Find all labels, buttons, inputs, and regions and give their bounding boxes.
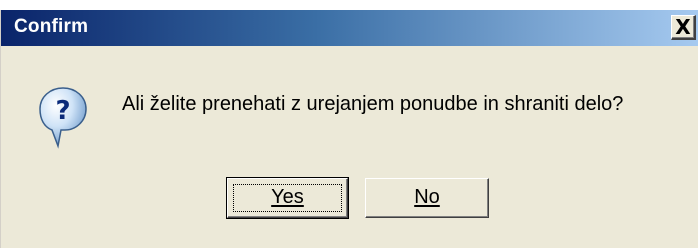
no-button[interactable]: No [365, 178, 489, 218]
close-icon: X [675, 15, 691, 39]
svg-text:?: ? [55, 96, 70, 126]
yes-button-label: Yes [271, 186, 304, 208]
question-icon: ? [39, 87, 87, 149]
title-bar[interactable]: Confirm X [1, 10, 698, 46]
yes-button[interactable]: Yes [226, 177, 349, 219]
no-button-label: No [414, 186, 440, 208]
window-title: Confirm [14, 16, 89, 37]
confirm-message: Ali želite prenehati z urejanjem ponudbe… [122, 93, 624, 115]
close-button[interactable]: X [671, 15, 696, 40]
confirm-dialog: Confirm X ? Ali želite prenehati z ureja… [0, 10, 698, 248]
